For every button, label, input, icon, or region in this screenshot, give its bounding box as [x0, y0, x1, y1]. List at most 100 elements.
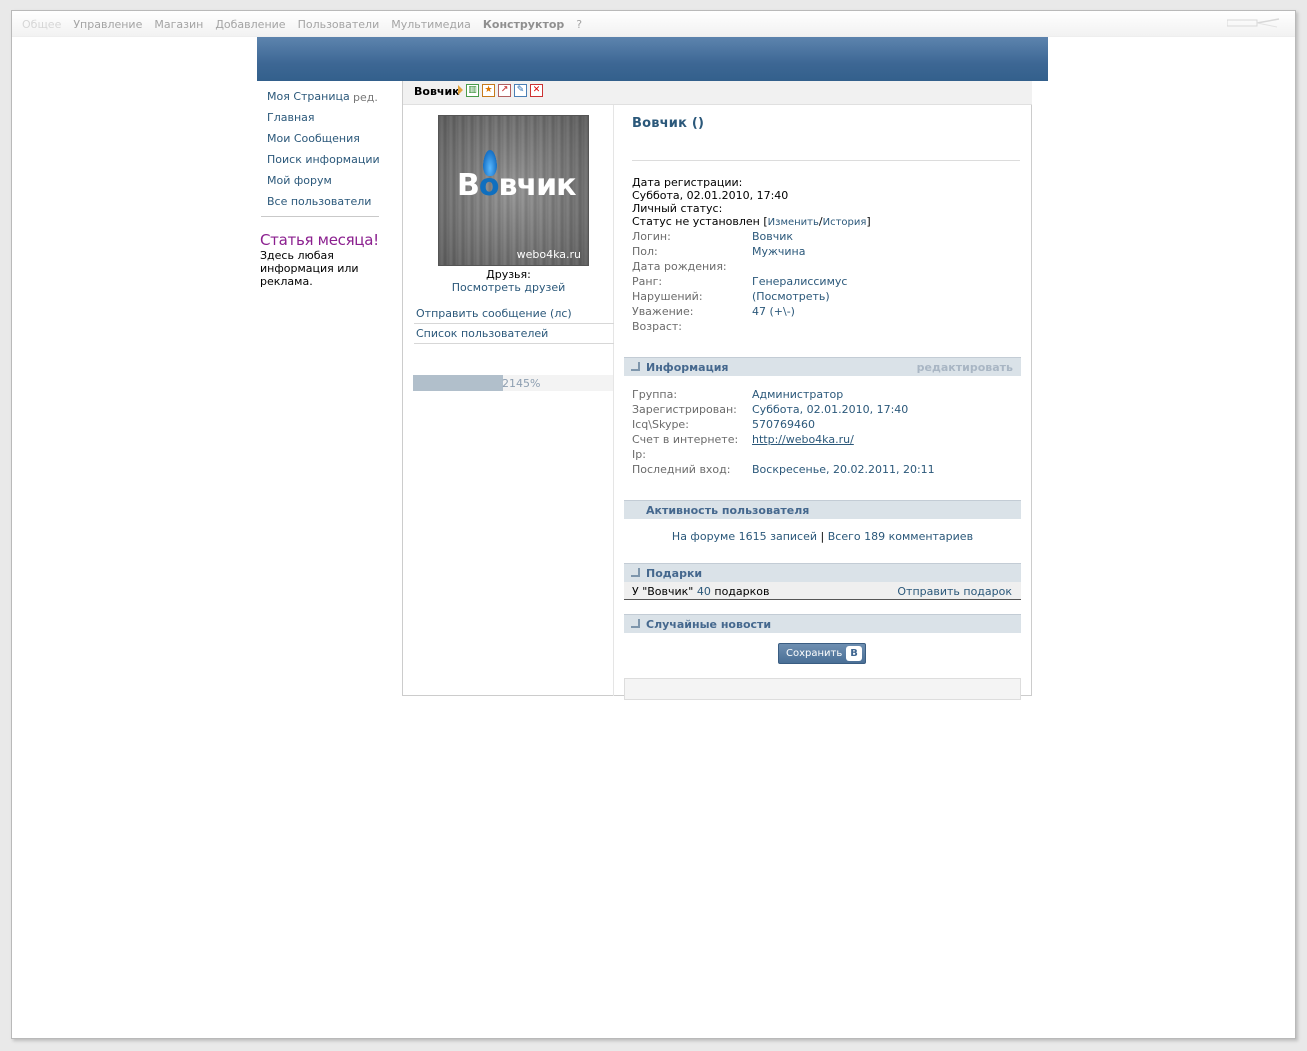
field-value: Мужчина	[752, 245, 806, 258]
activity-line: На форуме 1615 записей | Всего 189 комме…	[624, 530, 1021, 543]
activity-section-header: Активность пользователя	[624, 500, 1021, 519]
admin-menu: Общее Управление Магазин Добавление Поль…	[22, 18, 594, 31]
info-section-title: Информация	[646, 361, 729, 374]
progress-fill	[413, 375, 503, 391]
article-of-month-title: Статья месяца!	[260, 231, 379, 249]
avatar-logo-letter-1: В	[457, 168, 480, 203]
forum-posts-link[interactable]: На форуме 1615 записей	[672, 530, 817, 543]
field-label: Логин:	[632, 230, 671, 243]
status-close: ]	[866, 215, 871, 228]
gifts-suffix: подарков	[714, 585, 770, 598]
avatar: Вовчик webo4ka.ru	[438, 115, 589, 266]
field-label: Ранг:	[632, 275, 663, 288]
website-link-text[interactable]: http://webo4ka.ru/	[752, 433, 854, 446]
avatar-logo-letter-2: о	[478, 168, 500, 203]
status-line: Статус не установлен [Изменить/История]	[632, 215, 871, 228]
bottom-box	[624, 678, 1021, 700]
field-label: Группа:	[632, 388, 678, 401]
field-label: Пол:	[632, 245, 658, 258]
menu-item-general[interactable]: Общее	[22, 18, 61, 31]
field-label: Возраст:	[632, 320, 683, 333]
sidebar-item-messages[interactable]: Мои Сообщения	[257, 131, 387, 152]
status-change-link[interactable]: Изменить	[768, 217, 819, 228]
field-value: Генералиссимус	[752, 275, 848, 288]
avatar-site-text: webo4ka.ru	[516, 248, 581, 261]
comments-link[interactable]: Всего 189 комментариев	[828, 530, 973, 543]
menu-item-management[interactable]: Управление	[73, 18, 142, 31]
star-icon[interactable]: ★	[482, 84, 495, 97]
menu-item-constructor[interactable]: Конструктор	[483, 18, 564, 31]
admin-top-bar: Общее Управление Магазин Добавление Поль…	[12, 11, 1295, 37]
activity-separator: |	[820, 530, 825, 543]
gifts-section-header: Подарки	[624, 563, 1021, 582]
vk-badge-icon: B	[846, 646, 862, 661]
profile-left-column: Вовчик webo4ka.ru Друзья: Посмотреть дру…	[403, 105, 614, 696]
gifts-section-title: Подарки	[646, 567, 703, 580]
status-label: Личный статус:	[632, 202, 723, 215]
arrow-right-icon	[458, 85, 463, 95]
menu-item-users[interactable]: Пользователи	[298, 18, 380, 31]
field-value: Суббота, 02.01.2010, 17:40	[752, 403, 909, 416]
view-friends-link[interactable]: Посмотреть друзей	[403, 281, 614, 294]
ucoz-logo-icon	[1227, 18, 1280, 28]
profile-panel: Вовчик ▥ ★ ↗ ✎ ✕ Вовчик webo4ka.ru Друзь…	[402, 81, 1032, 700]
field-label: Последний вход:	[632, 463, 731, 476]
left-sidebar: Моя Страница ред. Главная Мои Сообщения …	[257, 89, 387, 288]
sidebar-item-home[interactable]: Главная	[257, 110, 387, 131]
menu-item-add[interactable]: Добавление	[215, 18, 285, 31]
sidebar-item-search[interactable]: Поиск информации	[257, 152, 387, 173]
gifts-row: У "Вовчик" 40 подарков Отправить подарок	[624, 582, 1021, 600]
field-label: Icq\Skype:	[632, 418, 689, 431]
field-label: Нарушений:	[632, 290, 703, 303]
gifts-count[interactable]: 40	[697, 585, 711, 598]
violations-link[interactable]: (Посмотреть)	[752, 290, 830, 303]
status-text: Статус не установлен [	[632, 215, 768, 228]
registration-label: Дата регистрации:	[632, 176, 743, 189]
news-section-header: Случайные новости	[624, 614, 1021, 633]
registration-date: Суббота, 02.01.2010, 17:40	[632, 189, 789, 202]
website-link[interactable]: http://webo4ka.ru/	[752, 433, 854, 446]
avatar-logo-text: Вовчик	[457, 168, 577, 203]
send-message-link[interactable]: Отправить сообщение (лс)	[414, 304, 614, 324]
delete-icon[interactable]: ✕	[530, 84, 543, 97]
friends-label: Друзья:	[486, 268, 531, 281]
gifts-count-text: У "Вовчик" 40 подарков	[632, 585, 769, 598]
edit-pencil-icon[interactable]: ✎	[514, 84, 527, 97]
save-button-label: Сохранить	[786, 648, 843, 659]
status-history-link[interactable]: История	[823, 217, 867, 228]
user-list-link[interactable]: Список пользователей	[414, 324, 614, 344]
sidebar-item-forum[interactable]: Мой форум	[257, 173, 387, 194]
profile-title-bar: Вовчик ▥ ★ ↗ ✎ ✕	[403, 81, 1032, 105]
arrow-down-right-icon	[631, 362, 640, 371]
site-header-banner	[257, 37, 1048, 81]
activity-section-title: Активность пользователя	[646, 504, 810, 517]
field-label: Дата рождения:	[632, 260, 727, 273]
stats-icon[interactable]: ▥	[466, 84, 479, 97]
field-label: Ip:	[632, 448, 646, 461]
respect-value[interactable]: 47 (+\-)	[752, 305, 795, 318]
article-of-month-text: Здесь любая информация или реклама.	[260, 249, 359, 288]
field-value: Вовчик	[752, 230, 794, 243]
send-gift-link[interactable]: Отправить подарок	[897, 585, 1012, 598]
menu-item-help[interactable]: ?	[576, 18, 582, 31]
field-value: Администратор	[752, 388, 844, 401]
info-edit-link[interactable]: редактировать	[917, 361, 1013, 374]
news-section-title: Случайные новости	[646, 618, 772, 631]
export-icon[interactable]: ↗	[498, 84, 511, 97]
sidebar-item-all-users[interactable]: Все пользователи	[257, 194, 387, 215]
divider	[632, 160, 1020, 161]
info-section-header: Информация редактировать	[624, 357, 1021, 376]
menu-item-shop[interactable]: Магазин	[154, 18, 203, 31]
progress-bar: 2145%	[413, 375, 613, 391]
field-label: Уважение:	[632, 305, 694, 318]
field-value: 570769460	[752, 418, 815, 431]
profile-name-heading: Вовчик ()	[632, 116, 705, 131]
arrow-down-right-icon	[631, 568, 640, 577]
sidebar-edit-link[interactable]: ред.	[353, 91, 378, 104]
menu-item-multimedia[interactable]: Мультимедиа	[391, 18, 471, 31]
save-button[interactable]: Сохранить B	[778, 643, 866, 664]
profile-title-username: Вовчик	[414, 85, 460, 98]
avatar-logo-rest: вчик	[498, 168, 577, 203]
browser-page: Общее Управление Магазин Добавление Поль…	[11, 10, 1296, 1039]
gifts-prefix: У "Вовчик"	[632, 585, 694, 598]
